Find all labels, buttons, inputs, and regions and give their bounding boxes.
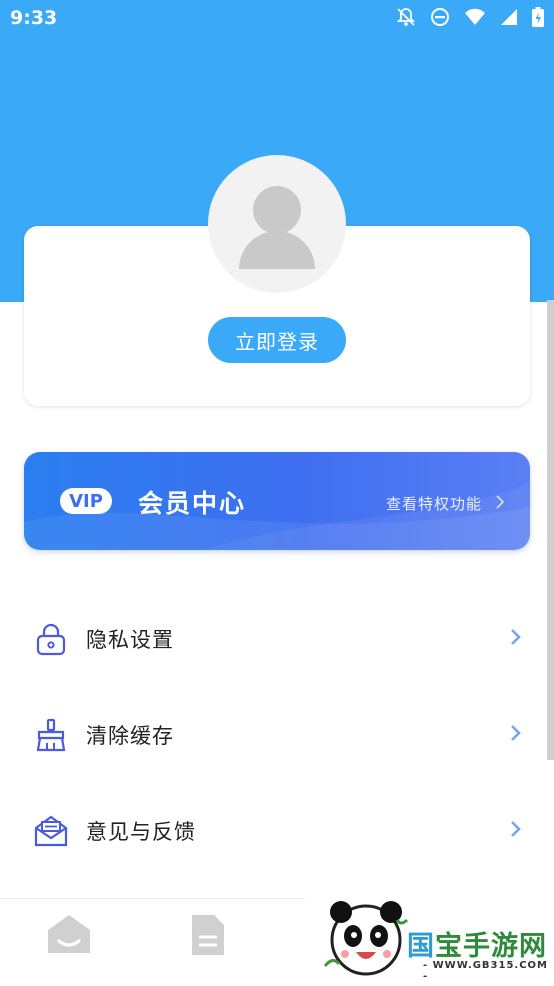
menu-item-privacy-settings[interactable]: 隐私设置 xyxy=(0,590,554,686)
menu-item-clear-cache[interactable]: 清除缓存 xyxy=(0,686,554,782)
chevron-right-icon xyxy=(510,628,522,650)
scrollbar[interactable] xyxy=(547,300,554,760)
login-button[interactable]: 立即登录 xyxy=(208,317,346,363)
tab-document[interactable] xyxy=(190,913,226,961)
vip-badge: VIP xyxy=(60,488,112,514)
watermark-title: 国宝手游网 xyxy=(407,931,547,962)
mail-icon xyxy=(34,814,68,848)
menu-item-label: 清除缓存 xyxy=(86,724,174,748)
do-not-disturb-icon xyxy=(430,7,450,27)
status-icons xyxy=(396,7,544,27)
signal-icon xyxy=(500,8,518,26)
watermark-url: - WWW.GB315.COM - xyxy=(423,960,548,982)
home-icon xyxy=(48,915,90,953)
user-avatar-icon xyxy=(239,186,315,269)
chevron-right-icon xyxy=(496,494,505,513)
menu-item-label: 隐私设置 xyxy=(86,628,174,652)
document-icon xyxy=(192,915,224,955)
vip-center-banner[interactable]: VIP 会员中心 查看特权功能 xyxy=(24,452,530,550)
menu-item-feedback[interactable]: 意见与反馈 xyxy=(0,782,554,878)
status-time: 9:33 xyxy=(10,7,58,29)
vip-title: 会员中心 xyxy=(138,489,247,518)
status-bar: 9:33 xyxy=(0,0,554,38)
avatar[interactable] xyxy=(208,155,346,293)
lock-icon xyxy=(34,622,68,656)
menu-item-label: 意见与反馈 xyxy=(86,820,196,844)
broom-icon xyxy=(34,718,68,752)
watermark: 国宝手游网 - WWW.GB315.COM - xyxy=(305,892,554,985)
panda-logo-icon xyxy=(323,901,409,976)
wifi-icon xyxy=(464,8,486,26)
notifications-off-icon xyxy=(396,7,416,27)
chevron-right-icon xyxy=(510,724,522,746)
chevron-right-icon xyxy=(510,820,522,842)
view-privileges-link[interactable]: 查看特权功能 xyxy=(386,493,482,514)
battery-icon xyxy=(532,7,544,27)
tab-home[interactable] xyxy=(46,913,92,959)
